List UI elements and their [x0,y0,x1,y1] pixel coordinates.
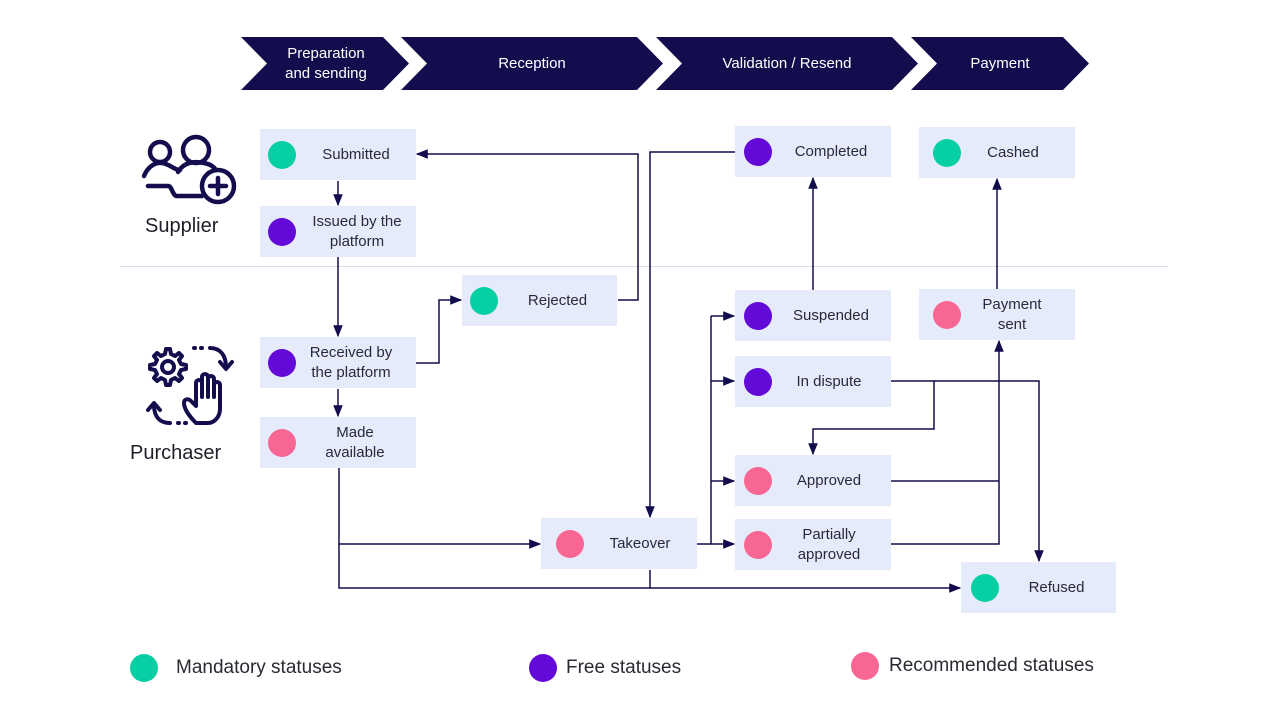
free-status-dot [744,301,772,330]
status-rejected[interactable]: Rejected [462,275,617,326]
status-label: Rejected [527,291,588,309]
status-suspended[interactable]: Suspended [735,290,891,341]
status-refused[interactable]: Refused [961,562,1116,613]
status-label: Partially approved [797,525,861,563]
status-label: Payment sent [982,295,1042,333]
free-status-dot [268,217,296,246]
status-issued-by-platform[interactable]: Issued by the platform [260,206,416,257]
status-label: Takeover [609,534,671,552]
legend-label: Mandatory statuses [176,657,342,678]
recommended-status-dot [933,300,961,329]
legend-label: Free statuses [566,657,682,678]
link-takeover-bus [697,316,712,545]
recommended-status-dot [268,428,296,457]
recommended-status-dot [556,529,584,558]
recommended-status-dot [744,530,772,559]
status-label: Completed [794,142,868,160]
status-label: Refused [1028,578,1085,596]
link-in-dispute-refused [934,380,1044,563]
status-in-dispute[interactable]: In dispute [735,356,891,407]
recommended-status-dot [744,466,772,495]
mandatory-status-dot [971,573,999,602]
status-label: Received by the platform [309,343,393,381]
status-label: In dispute [796,372,862,390]
free-status-dot [744,367,772,396]
status-received-by-platform[interactable]: Received by the platform [260,337,416,388]
status-label: Submitted [322,145,390,163]
link-partially-approved-payment-sent [891,339,1004,545]
recommended-legend-dot [851,652,879,680]
status-payment-sent[interactable]: Payment sent [919,289,1075,340]
status-partially-approved[interactable]: Partially approved [735,519,891,570]
legend-label: Recommended statuses [889,655,1094,676]
link-made-available-takeover [338,468,542,549]
status-completed[interactable]: Completed [735,126,891,177]
legend-mandatory: Mandatory statuses [130,654,342,682]
status-label: Made available [325,423,385,461]
status-submitted[interactable]: Submitted [260,129,416,180]
free-status-dot [268,348,296,377]
status-made-available[interactable]: Made available [260,417,416,468]
link-completed-takeover [645,151,735,519]
free-legend-dot [529,654,557,682]
mandatory-status-dot [268,140,296,169]
status-label: Approved [796,471,862,489]
legend-free: Free statuses [529,654,681,682]
mandatory-legend-dot [130,654,158,682]
mandatory-status-dot [470,286,498,315]
status-cashed[interactable]: Cashed [919,127,1075,178]
free-status-dot [744,137,772,166]
status-label: Suspended [793,306,869,324]
link-received-rejected [416,295,463,364]
status-approved[interactable]: Approved [735,455,891,506]
status-label: Issued by the platform [312,212,402,250]
status-takeover[interactable]: Takeover [541,518,697,569]
status-label: Cashed [987,143,1039,161]
legend-recommended: Recommended statuses [851,652,1094,680]
